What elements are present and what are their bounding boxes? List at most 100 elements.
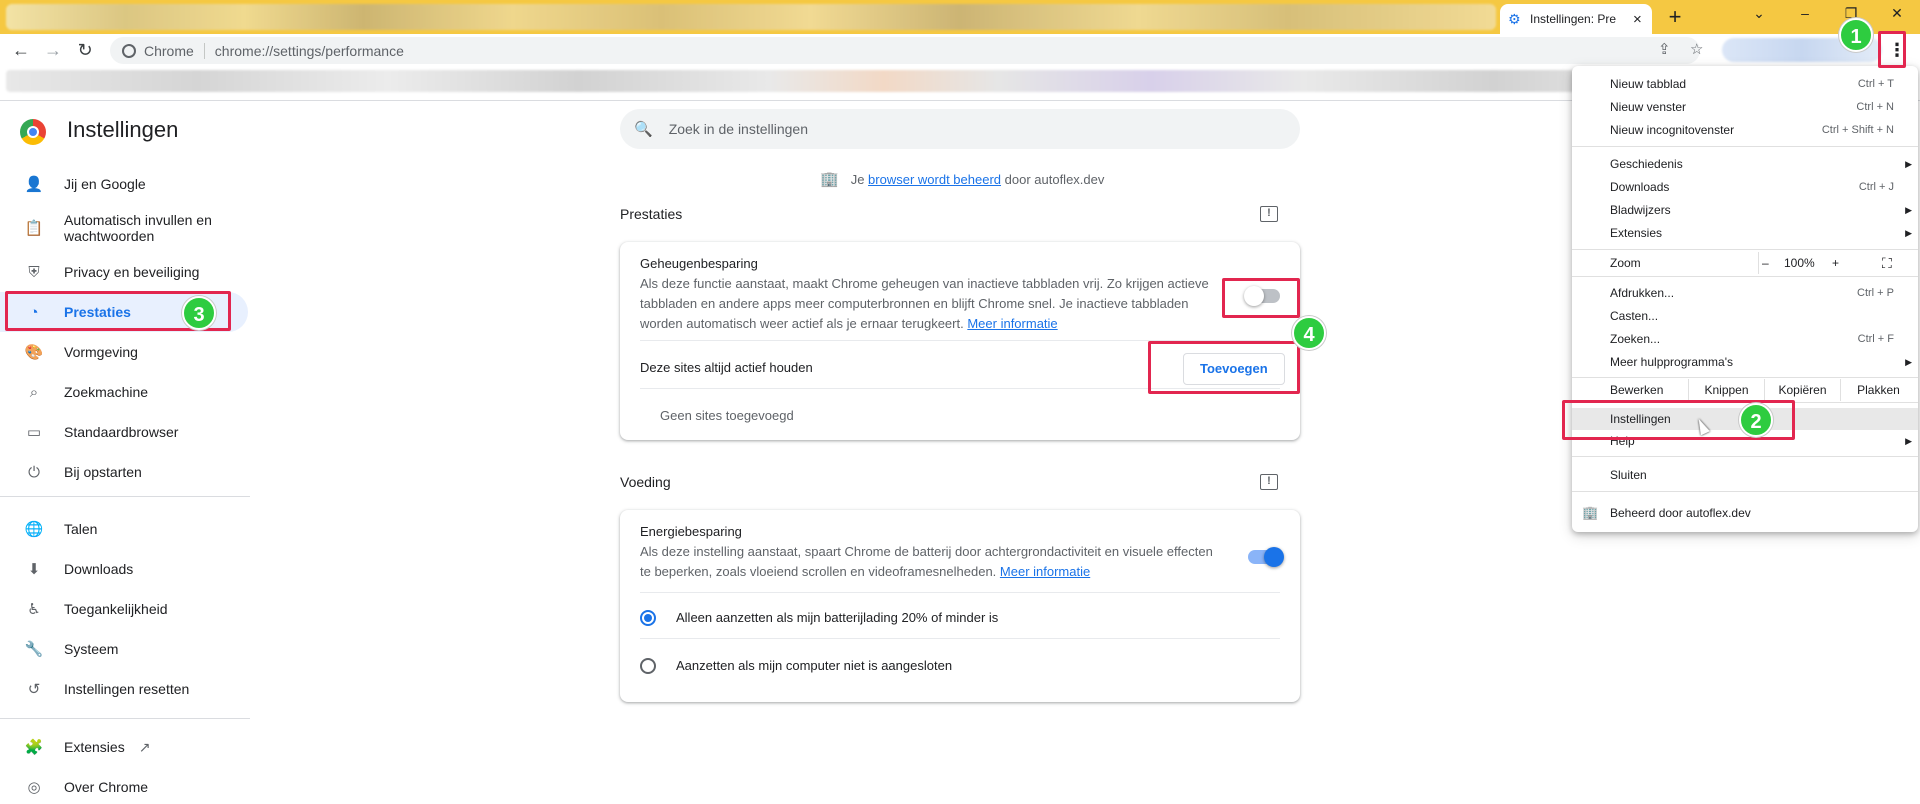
sidebar-item-appearance[interactable]: 🎨 Vormgeving xyxy=(0,332,248,372)
sidebar-item-you-and-google[interactable]: 👤 Jij en Google xyxy=(0,164,248,204)
sidebar-item-system[interactable]: 🔧 Systeem xyxy=(0,629,248,669)
menu-divider xyxy=(1572,249,1918,250)
menu-divider xyxy=(1572,402,1918,403)
person-icon: 👤 xyxy=(24,176,44,193)
menu-divider xyxy=(1572,456,1918,457)
tab-title: Instellingen: Pre xyxy=(1530,12,1617,26)
sidebar-item-privacy[interactable]: ⛨ Privacy en beveiliging xyxy=(0,252,248,292)
submenu-arrow-icon: ▶ xyxy=(1905,159,1912,169)
feedback-icon[interactable]: ! xyxy=(1260,474,1278,490)
tab-search-icon[interactable]: ⌄ xyxy=(1736,0,1782,28)
building-icon: 🏢 xyxy=(1582,505,1599,520)
sidebar-item-about-chrome[interactable]: ◎ Over Chrome xyxy=(0,767,248,804)
section-title-performance: Prestaties xyxy=(620,206,683,222)
search-icon: 🔍 xyxy=(634,121,653,138)
menu-item-history[interactable]: Geschiedenis ▶ xyxy=(1572,153,1918,175)
sidebar-item-accessibility[interactable]: ♿ Toegankelijkheid xyxy=(0,589,248,629)
wrench-icon: 🔧 xyxy=(24,641,44,658)
card-divider xyxy=(640,592,1280,593)
memory-saver-description: Als deze functie aanstaat, maakt Chrome … xyxy=(640,276,1209,331)
memory-saver-card: Geheugenbesparing Als deze functie aanst… xyxy=(620,242,1300,440)
menu-item-exit[interactable]: Sluiten xyxy=(1572,464,1918,486)
energy-saver-toggle[interactable] xyxy=(1248,547,1284,567)
copy-button[interactable]: Kopiëren xyxy=(1764,379,1840,401)
sidebar-item-languages[interactable]: 🌐 Talen xyxy=(0,509,248,549)
menu-item-cast[interactable]: Casten... xyxy=(1572,305,1918,327)
paste-button[interactable]: Plakken xyxy=(1840,379,1916,401)
submenu-arrow-icon: ▶ xyxy=(1905,205,1912,215)
menu-item-new-tab[interactable]: Nieuw tabblad Ctrl + T xyxy=(1572,73,1918,95)
new-tab-button[interactable]: + xyxy=(1662,4,1688,30)
managed-link[interactable]: browser wordt beheerd xyxy=(868,172,1001,187)
zoom-out-button[interactable]: – xyxy=(1762,252,1769,274)
page-title: Instellingen xyxy=(67,117,179,142)
back-arrow-icon[interactable]: ← xyxy=(9,38,33,62)
card-divider xyxy=(640,638,1280,639)
address-bar[interactable]: Chrome chrome://settings/performance xyxy=(110,37,1700,64)
step-badge-2: 2 xyxy=(1739,403,1773,437)
battery-20-label: Alleen aanzetten als mijn batterijlading… xyxy=(676,610,999,625)
share-icon[interactable]: ⇪ xyxy=(1658,40,1671,58)
memory-saver-toggle[interactable] xyxy=(1244,286,1280,306)
memory-saver-learn-more[interactable]: Meer informatie xyxy=(967,316,1057,331)
menu-item-zoom: Zoom – 100% + ⛶ xyxy=(1572,252,1918,274)
window-close-button[interactable]: ✕ xyxy=(1874,0,1920,28)
active-tab[interactable]: ⚙ Instellingen: Pre × xyxy=(1500,4,1652,34)
shield-icon: ⛨ xyxy=(28,263,40,281)
menu-item-extensions[interactable]: Extensies ▶ xyxy=(1572,222,1918,244)
power-icon: ⏻ xyxy=(28,463,40,481)
forward-arrow-icon[interactable]: → xyxy=(41,38,65,62)
kebab-menu-icon[interactable]: ⋮ xyxy=(1884,37,1910,63)
minimize-button[interactable]: – xyxy=(1782,0,1828,28)
no-sites-text: Geen sites toegevoegd xyxy=(660,408,794,423)
always-active-label: Deze sites altijd actief houden xyxy=(640,360,813,375)
chrome-logo-icon xyxy=(20,119,46,145)
zoom-in-button[interactable]: + xyxy=(1832,252,1839,274)
menu-divider xyxy=(1572,146,1918,147)
menu-item-new-window[interactable]: Nieuw venster Ctrl + N xyxy=(1572,96,1918,118)
omnibox-url[interactable]: chrome://settings/performance xyxy=(215,43,404,59)
sidebar-item-downloads[interactable]: ⬇ Downloads xyxy=(0,549,248,589)
energy-saver-description: Als deze instelling aanstaat, spaart Chr… xyxy=(640,544,1213,579)
menu-item-downloads[interactable]: Downloads Ctrl + J xyxy=(1572,176,1918,198)
settings-search[interactable]: 🔍 Zoek in de instellingen xyxy=(620,109,1300,149)
sidebar-item-on-startup[interactable]: ⏻ Bij opstarten xyxy=(0,452,248,492)
chrome-menu: Nieuw tabblad Ctrl + T Nieuw venster Ctrl … xyxy=(1572,66,1918,532)
energy-saver-card: Energiebesparing Als deze instelling aan… xyxy=(620,510,1300,702)
sidebar-item-reset[interactable]: ↺ Instellingen resetten xyxy=(0,669,248,709)
battery-20-radio[interactable] xyxy=(640,610,656,626)
blurred-tabs xyxy=(6,4,1496,30)
sidebar-item-extensions[interactable]: 🧩 Extensies ↗ xyxy=(0,727,248,767)
title-bar: ⚙ Instellingen: Pre × + ⌄ – ❐ ✕ xyxy=(0,0,1920,34)
globe-icon: 🌐 xyxy=(24,521,44,538)
menu-item-find[interactable]: Zoeken... Ctrl + F xyxy=(1572,328,1918,350)
speedometer-icon: ◔ xyxy=(29,303,39,321)
fullscreen-icon[interactable]: ⛶ xyxy=(1882,252,1892,274)
bookmark-star-icon[interactable]: ☆ xyxy=(1690,40,1703,58)
reload-icon[interactable]: ↻ xyxy=(73,38,97,62)
search-placeholder[interactable]: Zoek in de instellingen xyxy=(669,121,808,137)
submenu-arrow-icon: ▶ xyxy=(1905,436,1912,446)
menu-item-print[interactable]: Afdrukken... Ctrl + P xyxy=(1572,282,1918,304)
unplugged-label: Aanzetten als mijn computer niet is aang… xyxy=(676,658,953,673)
add-sites-button[interactable]: Toevoegen xyxy=(1183,353,1285,385)
cut-button[interactable]: Knippen xyxy=(1688,379,1764,401)
menu-item-incognito[interactable]: Nieuw incognitovenster Ctrl + Shift + N xyxy=(1572,119,1918,141)
sidebar-item-search-engine[interactable]: ⌕ Zoekmachine xyxy=(0,372,248,412)
tab-close-icon[interactable]: × xyxy=(1633,11,1642,28)
menu-divider xyxy=(1572,491,1918,492)
browser-icon: ▭ xyxy=(26,424,42,441)
unplugged-radio[interactable] xyxy=(640,658,656,674)
accessibility-icon: ♿ xyxy=(27,601,41,618)
sidebar-item-autofill[interactable]: 📋 Automatisch invullen en wachtwoorden xyxy=(0,208,248,248)
menu-item-managed[interactable]: 🏢 Beheerd door autoflex.dev xyxy=(1572,502,1918,524)
submenu-arrow-icon: ▶ xyxy=(1905,228,1912,238)
menu-item-more-tools[interactable]: Meer hulpprogramma's ▶ xyxy=(1572,351,1918,373)
energy-saver-learn-more[interactable]: Meer informatie xyxy=(1000,564,1090,579)
sidebar-item-default-browser[interactable]: ▭ Standaardbrowser xyxy=(0,412,248,452)
menu-item-bookmarks[interactable]: Bladwijzers ▶ xyxy=(1572,199,1918,221)
omnibox-chip: Chrome xyxy=(144,42,205,59)
search-icon: ⌕ xyxy=(29,383,39,401)
feedback-icon[interactable]: ! xyxy=(1260,206,1278,222)
step-badge-1: 1 xyxy=(1839,18,1873,52)
